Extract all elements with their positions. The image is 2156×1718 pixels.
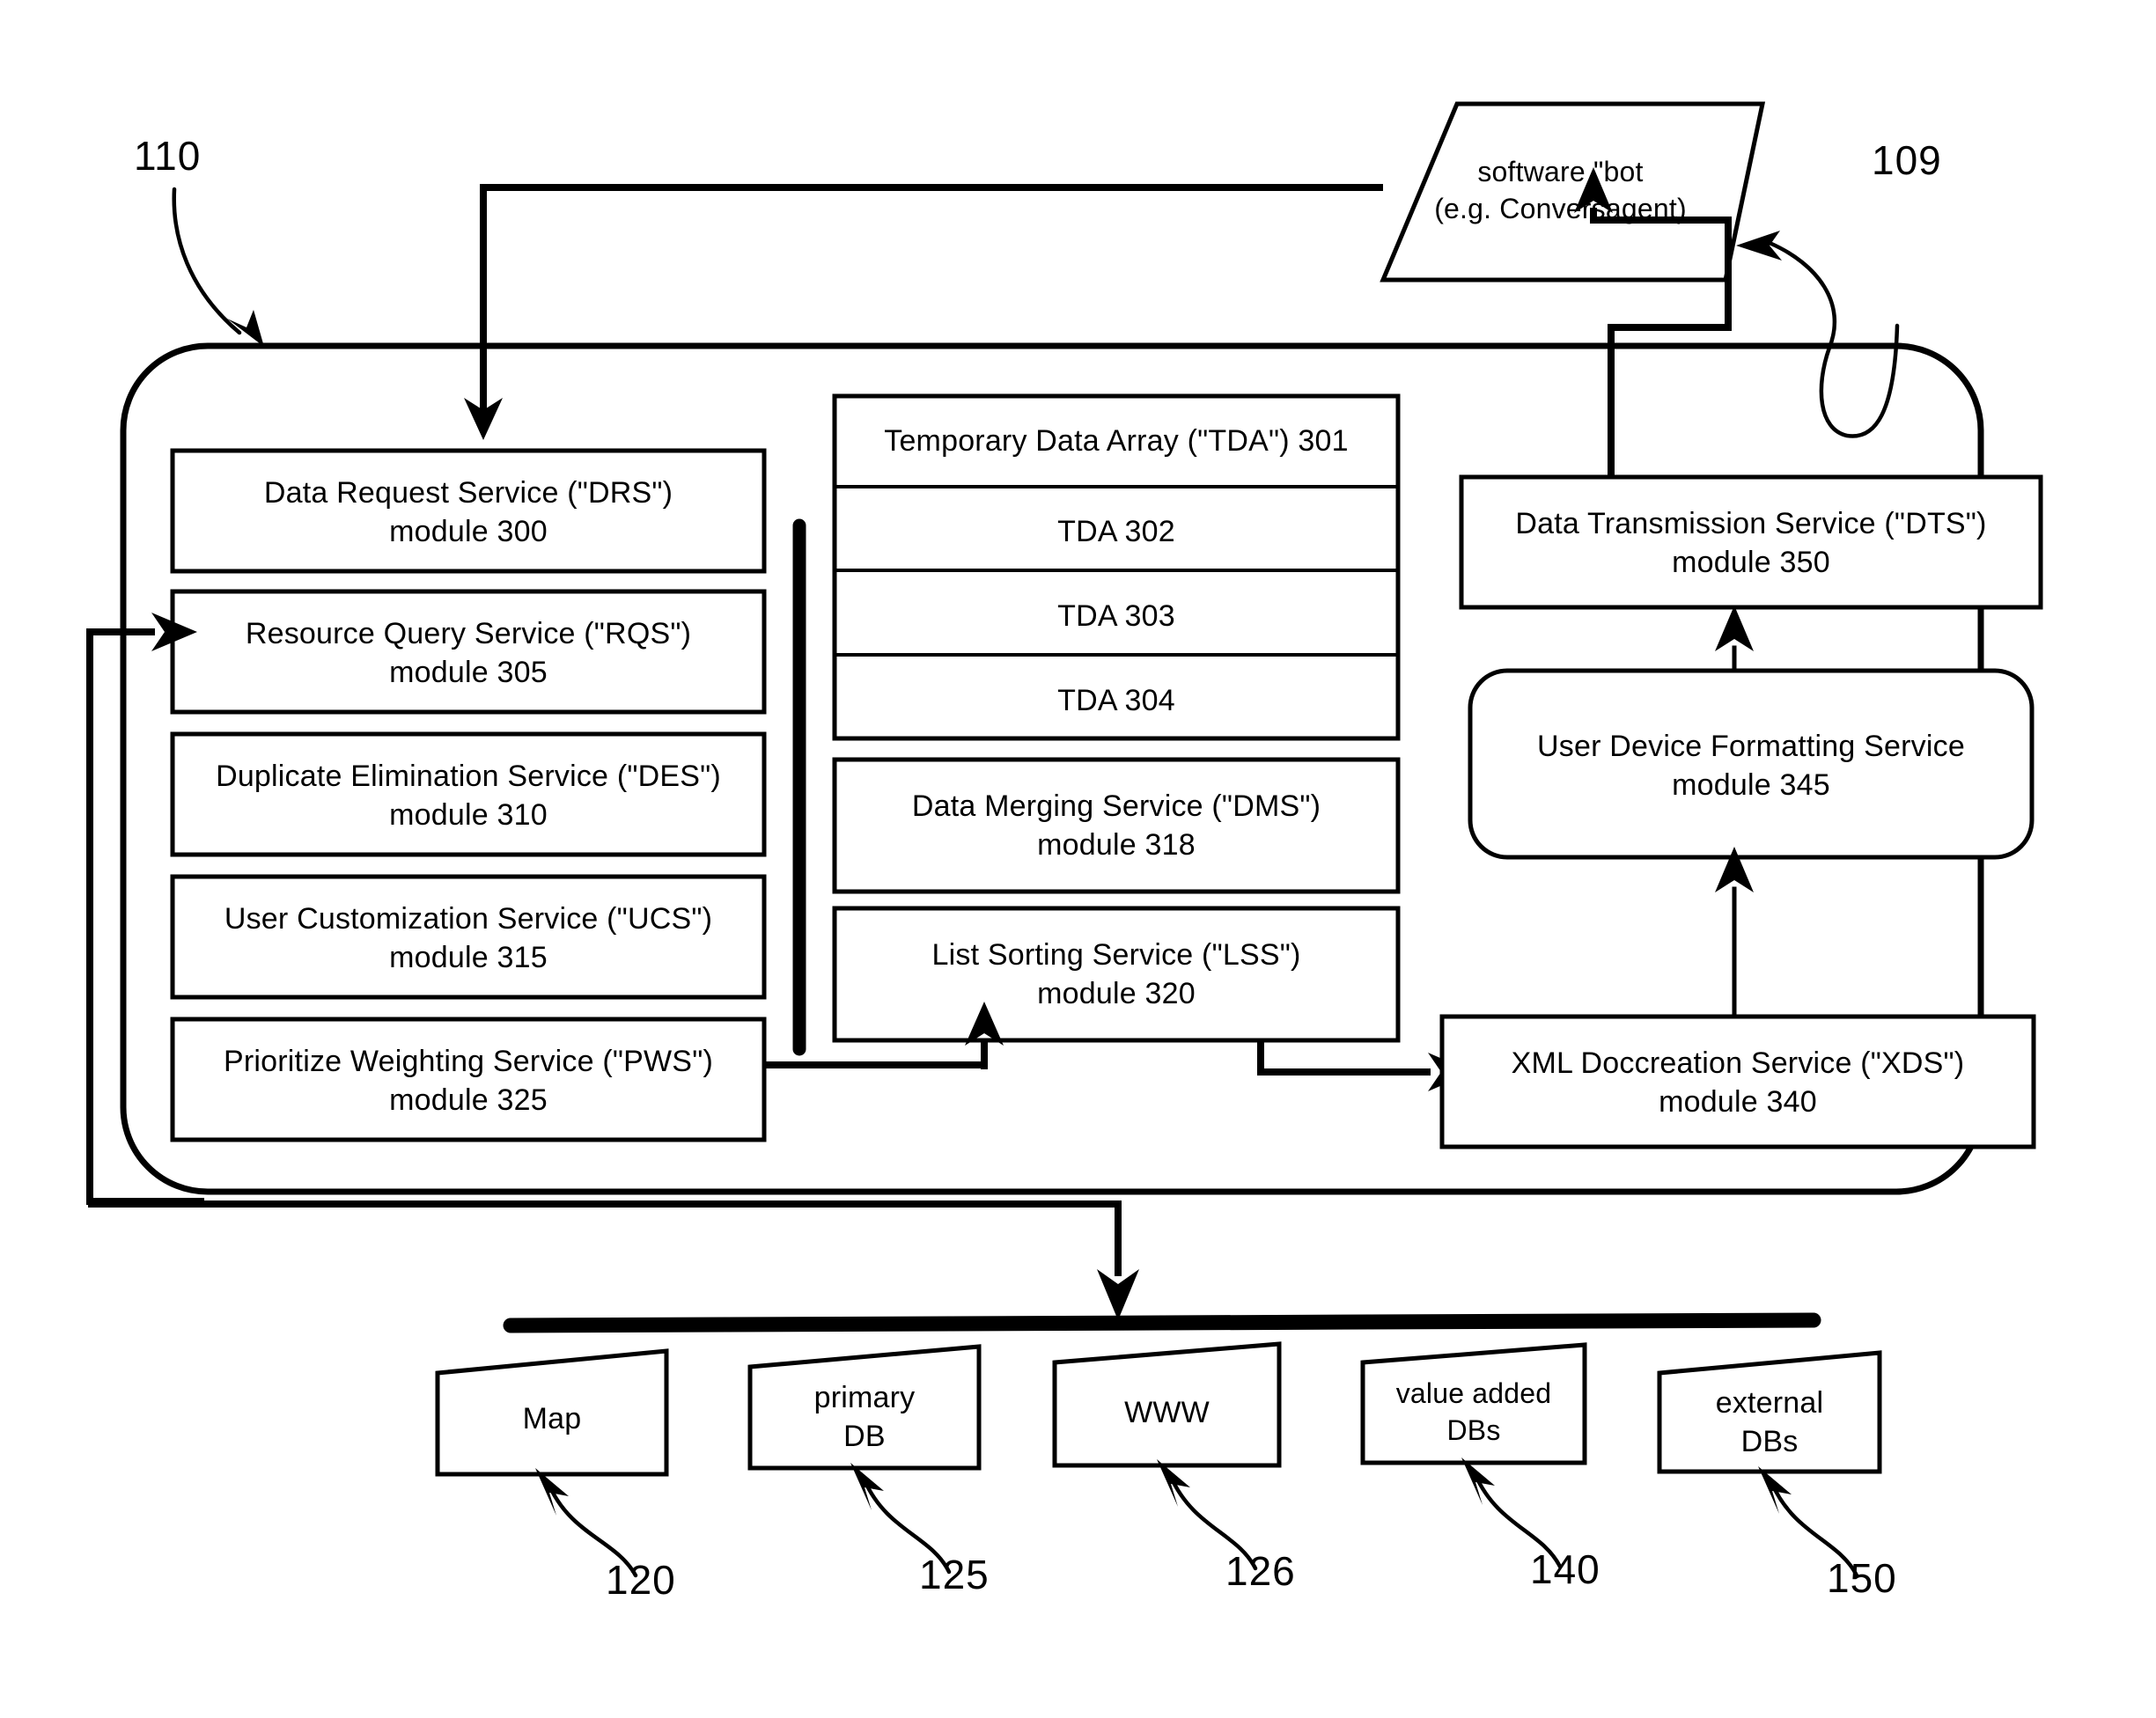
udfs-to-dts-arrowhead xyxy=(1715,606,1754,651)
software-bot-line2: (e.g. Conversagent) xyxy=(1434,192,1687,224)
label-des-name: Duplicate Elimination Service ("DES") xyxy=(216,760,721,793)
label-primary-db-line1: primary xyxy=(813,1381,916,1414)
software-bot-label: software "bot (e.g. Conversagent) xyxy=(1409,154,1712,227)
ref-110-leader xyxy=(172,187,242,335)
software-bot-line1: software "bot xyxy=(1477,156,1644,187)
figure-canvas: 110 109 software "bot (e.g. Conversagent… xyxy=(0,0,2156,1718)
label-rqs-module: module 305 xyxy=(389,656,548,690)
label-drs-module: module 300 xyxy=(389,515,548,549)
label-dts-module: module 350 xyxy=(1672,546,1830,580)
label-udfs-name: User Device Formatting Service xyxy=(1537,730,1965,763)
label-rqs-name: Resource Query Service ("RQS") xyxy=(245,617,692,650)
bus-feed-line xyxy=(88,1200,1122,1276)
label-map: Map xyxy=(438,1399,666,1438)
label-value-added-dbs-line2: DBs xyxy=(1446,1413,1501,1446)
label-www-line1: WWW xyxy=(1124,1396,1210,1429)
label-udfs-module: module 345 xyxy=(1672,768,1830,803)
label-external-dbs-line1: external xyxy=(1715,1386,1824,1420)
label-lss-module: module 320 xyxy=(1037,977,1196,1011)
label-value-added-dbs-line1: value added xyxy=(1395,1377,1552,1409)
label-tda-header: Temporary Data Array ("TDA") 301 xyxy=(884,424,1349,458)
label-lss-name: List Sorting Service ("LSS") xyxy=(931,938,1301,972)
ref-number-109: 109 xyxy=(1872,137,1942,183)
bot-to-drs-line xyxy=(480,184,1383,414)
label-pws-name: Prioritize Weighting Service ("PWS") xyxy=(224,1045,713,1078)
label-lss: List Sorting Service ("LSS") module 320 xyxy=(835,936,1398,1013)
data-source-bus xyxy=(503,1312,1821,1333)
pws-to-lss-line xyxy=(764,1061,988,1069)
ref-number-125: 125 xyxy=(919,1552,990,1597)
label-xds-module: module 340 xyxy=(1659,1085,1817,1120)
label-tda-304: TDA 304 xyxy=(1057,684,1175,717)
label-rqs: Resource Query Service ("RQS") module 30… xyxy=(178,614,759,692)
label-xds-name: XML Doccreation Service ("XDS") xyxy=(1511,1046,1965,1080)
ref-number-120: 120 xyxy=(606,1557,676,1603)
label-ucs: User Customization Service ("UCS") modul… xyxy=(173,899,764,977)
label-map-line1: Map xyxy=(522,1402,582,1435)
label-drs: Data Request Service ("DRS") module 300 xyxy=(178,474,759,551)
label-dms-name: Data Merging Service ("DMS") xyxy=(911,789,1321,823)
ref-number-140: 140 xyxy=(1530,1546,1600,1592)
label-dms: Data Merging Service ("DMS") module 318 xyxy=(835,787,1398,864)
label-drs-name: Data Request Service ("DRS") xyxy=(263,476,673,510)
label-external-dbs: external DBs xyxy=(1659,1384,1880,1461)
ref-number-126: 126 xyxy=(1225,1548,1296,1594)
label-primary-db: primary DB xyxy=(750,1378,979,1456)
label-dts-name: Data Transmission Service ("DTS") xyxy=(1515,507,1987,540)
label-ucs-module: module 315 xyxy=(389,941,548,975)
label-xds: XML Doccreation Service ("XDS") module 3… xyxy=(1442,1044,2034,1121)
label-primary-db-line2: DB xyxy=(843,1420,886,1454)
bus-feed-arrowhead xyxy=(1097,1269,1139,1320)
lss-to-xds-line xyxy=(1257,1040,1431,1076)
label-dms-module: module 318 xyxy=(1037,828,1196,863)
label-udfs: User Device Formatting Service module 34… xyxy=(1470,727,2032,804)
label-pws-module: module 325 xyxy=(389,1083,548,1118)
ref-109-leader xyxy=(1767,240,1900,438)
label-ucs-name: User Customization Service ("UCS") xyxy=(224,902,713,936)
ref-number-150: 150 xyxy=(1827,1555,1897,1601)
label-tda-302: TDA 302 xyxy=(1057,515,1175,548)
label-pws: Prioritize Weighting Service ("PWS") mod… xyxy=(173,1042,764,1120)
label-des-module: module 310 xyxy=(389,798,548,833)
label-des: Duplicate Elimination Service ("DES") mo… xyxy=(173,757,764,834)
label-www: WWW xyxy=(1055,1393,1279,1432)
label-tda-303: TDA 303 xyxy=(1057,599,1175,633)
label-external-dbs-line2: DBs xyxy=(1740,1425,1799,1459)
label-dts: Data Transmission Service ("DTS") module… xyxy=(1461,504,2041,582)
ref-number-110: 110 xyxy=(134,133,202,179)
label-value-added-dbs: value added DBs xyxy=(1356,1376,1592,1449)
